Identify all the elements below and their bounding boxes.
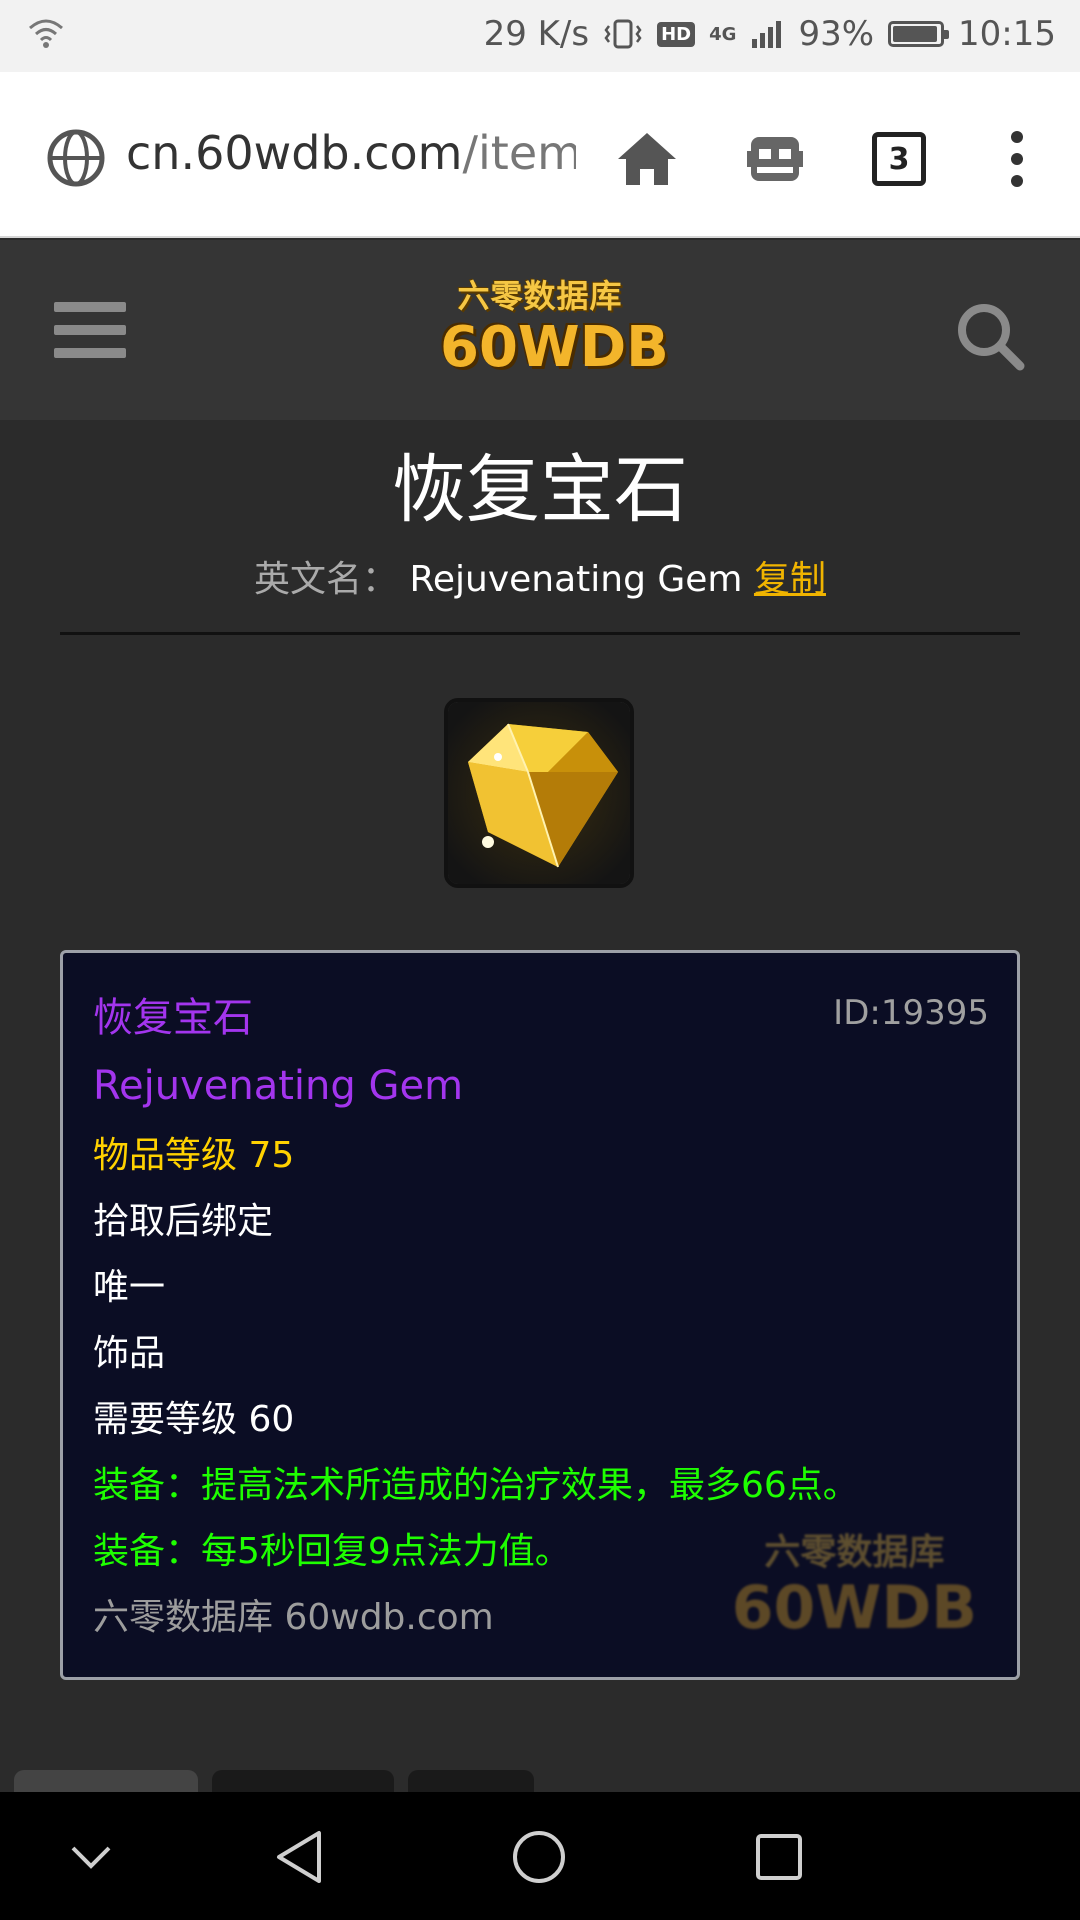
more-button[interactable]	[982, 124, 1052, 194]
tooltip-name-cn: 恢复宝石	[93, 995, 253, 1041]
network-type: 4G	[709, 23, 737, 45]
robot-button[interactable]	[740, 124, 810, 194]
watermark-en: 60WDB	[731, 1573, 977, 1643]
unique: 唯一	[93, 1267, 166, 1308]
english-name: Rejuvenating Gem	[409, 559, 743, 600]
site-logo[interactable]: 六零数据库 60WDB	[440, 276, 669, 386]
divider	[60, 632, 1020, 635]
required-level: 需要等级 60	[93, 1399, 295, 1440]
english-name-line: 英文名： Rejuvenating Gem 复制	[0, 550, 1080, 610]
item-slot: 饰品	[93, 1333, 166, 1374]
back-button[interactable]	[264, 1822, 334, 1892]
browser-toolbar: cn.60wdb.com/item/ 3	[0, 72, 1080, 238]
tabs-button[interactable]: 3	[864, 124, 934, 194]
item-id: ID:19395	[833, 993, 989, 1033]
watermark-cn: 六零数据库	[764, 1532, 945, 1573]
item-level: 物品等级 75	[93, 1135, 295, 1176]
site-header: 六零数据库 60WDB	[0, 240, 1080, 420]
home-circle-icon	[513, 1831, 565, 1883]
recents-icon	[756, 1834, 802, 1880]
more-icon	[1011, 131, 1023, 187]
item-icon-frame	[444, 698, 634, 888]
clock: 10:15	[958, 14, 1056, 54]
battery-percent: 93%	[798, 14, 875, 54]
equip-effect-2: 装备：每5秒回复9点法力值。	[93, 1531, 571, 1572]
tabs-icon: 3	[872, 132, 926, 186]
vibrate-icon	[604, 19, 642, 49]
watermark-logo: 六零数据库 60WDB	[732, 1523, 977, 1641]
system-nav-bar	[0, 1792, 1080, 1920]
url-path: /item/	[462, 126, 577, 180]
source-line: 六零数据库 60wdb.com	[93, 1597, 494, 1638]
item-tooltip: 恢复宝石 ID:19395 Rejuvenating Gem 物品等级 75 拾…	[60, 950, 1020, 1680]
signal-icon	[752, 21, 782, 48]
robot-icon	[747, 137, 803, 181]
wifi-icon	[29, 19, 63, 48]
page-title: 恢复宝石	[392, 447, 688, 533]
tooltip-name-en: Rejuvenating Gem	[93, 1063, 464, 1109]
binding: 拾取后绑定	[93, 1201, 274, 1242]
copy-link[interactable]: 复制	[754, 559, 826, 600]
status-bar: 29 K/s HD 4G 93% 10:15	[0, 0, 1080, 72]
logo-en: 60WDB	[440, 315, 669, 380]
home-nav-button[interactable]	[504, 1822, 574, 1892]
recents-button[interactable]	[744, 1822, 814, 1892]
address-bar[interactable]: cn.60wdb.com/item/	[126, 126, 576, 186]
network-speed: 29 K/s	[483, 14, 590, 54]
battery-icon	[888, 21, 950, 47]
back-icon	[277, 1831, 321, 1883]
globe-icon[interactable]	[46, 128, 106, 188]
equip-effect-1: 装备：提高法术所造成的治疗效果，最多66点。	[93, 1465, 859, 1506]
home-icon	[618, 133, 676, 185]
collapse-icon	[71, 1846, 111, 1869]
tab-count: 3	[888, 141, 910, 177]
english-name-label: 英文名：	[254, 559, 399, 600]
hd-badge: HD	[657, 21, 696, 47]
menu-icon[interactable]	[54, 302, 126, 358]
yellow-gem-icon	[448, 702, 630, 884]
home-button[interactable]	[612, 124, 682, 194]
collapse-button[interactable]	[56, 1822, 126, 1892]
logo-cn: 六零数据库	[457, 277, 623, 315]
url-host: cn.60wdb.com	[126, 126, 463, 180]
search-icon[interactable]	[954, 300, 1026, 372]
